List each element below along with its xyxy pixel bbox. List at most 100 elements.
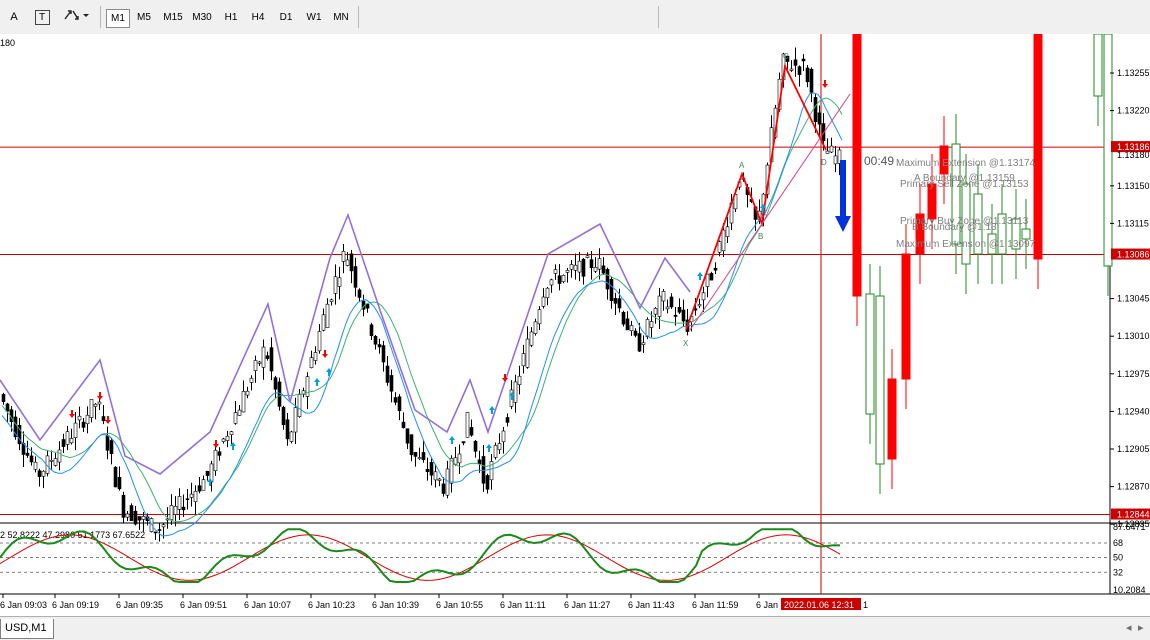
candle-body	[97, 401, 102, 405]
chart-tab[interactable]: USD,M1	[0, 619, 54, 639]
timeframe-d1-button[interactable]: D1	[275, 9, 297, 26]
timeframe-m15-button[interactable]: M15	[160, 9, 186, 26]
timeframe-h4-button[interactable]: H4	[247, 9, 269, 26]
candle-body	[129, 505, 134, 521]
text-tool-button[interactable]: A	[4, 7, 24, 27]
price-chart[interactable]: C A B D X 00:49 Maximum Extension @1.13174 A Bo…	[0, 33, 1150, 616]
candle-body	[313, 352, 318, 361]
candle-body	[533, 321, 538, 334]
candle-body	[321, 314, 326, 331]
candle-body	[353, 266, 358, 288]
pattern-point-a: A	[739, 161, 745, 170]
projected-candle	[1021, 228, 1031, 240]
chart-tab-bar: USD,M1 ◂ ▸	[0, 616, 1150, 640]
timeframe-m5-button[interactable]: M5	[132, 9, 156, 26]
time-tick-label: 6 Jan 10:39	[372, 600, 419, 610]
time-tick-label: 6 Jan 10:23	[308, 600, 355, 610]
candle-body	[485, 475, 490, 490]
candle-body	[413, 452, 418, 457]
candle-body	[393, 397, 398, 403]
candle-body	[605, 269, 610, 290]
candle-body	[33, 461, 38, 470]
time-tick-label: 6 Jan 10:07	[244, 600, 291, 610]
candle-body	[829, 145, 834, 153]
candle-body	[697, 304, 702, 307]
candle-body	[73, 422, 78, 438]
candle-body	[537, 309, 542, 325]
projected-candle	[1033, 33, 1043, 260]
candle-body	[221, 438, 226, 442]
candle-body	[633, 330, 638, 336]
chart-toolbar: A T M1 M5 M15 M30 H1 H4 D1 W1 MN	[0, 0, 1150, 35]
candle-body	[213, 449, 218, 472]
candle-body	[333, 276, 338, 294]
price-line-label-sub: 1.13180	[1117, 150, 1150, 160]
candle-body	[521, 353, 526, 367]
price-tick-label: 1.12975	[1117, 369, 1150, 379]
candle-body	[681, 309, 686, 322]
chart-canvas[interactable]: CABDX00:49 Maximum Extension @1.13174A Bo…	[0, 33, 1150, 616]
bar-countdown: 00:49	[864, 154, 894, 168]
zone-label: Maximum Extension @1.13174	[896, 158, 1036, 169]
timeframe-h1-button[interactable]: H1	[221, 9, 241, 26]
time-tick-label: 6 Jan 11:43	[628, 600, 674, 610]
candle-body	[93, 404, 98, 407]
price-tick-label: 1.13220	[1117, 106, 1150, 116]
timeframe-mn-button[interactable]: MN	[330, 9, 352, 26]
candle-body	[57, 449, 62, 463]
candle-body	[809, 68, 814, 93]
candle-body	[425, 468, 430, 472]
time-tick-label: 6 Jan 09:19	[52, 600, 99, 610]
projected-candle	[1093, 33, 1103, 97]
time-tick-label: 6 Jan 09:51	[180, 600, 227, 610]
candle-body	[253, 360, 258, 371]
candle-body	[161, 524, 166, 528]
candle-body	[705, 273, 710, 287]
toolbar-separator	[100, 6, 101, 28]
candle-body	[409, 434, 414, 456]
candle-body	[405, 428, 410, 444]
arrows-tool-button[interactable]	[62, 7, 90, 27]
candle-body	[281, 407, 286, 426]
candle-body	[257, 361, 262, 364]
projected-candle	[852, 33, 862, 297]
candle-body	[105, 435, 110, 451]
candle-body	[577, 260, 582, 273]
candle-body	[69, 438, 74, 444]
candle-body	[121, 495, 126, 518]
candle-body	[157, 529, 162, 531]
candle-body	[37, 470, 42, 477]
candle-body	[529, 331, 534, 346]
timeframe-m30-button[interactable]: M30	[189, 9, 215, 26]
price-tick-label: 1.13045	[1117, 294, 1150, 304]
candle-body	[653, 308, 658, 315]
projected-candle	[865, 293, 875, 415]
candle-body	[497, 443, 502, 450]
candle-body	[337, 277, 342, 287]
arrows-icon	[64, 10, 89, 20]
candle-body	[493, 445, 498, 458]
timeframe-m1-button[interactable]: M1	[106, 9, 130, 28]
text-label-tool-button[interactable]: T	[32, 7, 52, 27]
candle-body	[269, 347, 274, 372]
tab-scroll-right-icon[interactable]: ▸	[1138, 621, 1144, 634]
candle-body	[141, 516, 146, 520]
zone-label: Primary Sell Zone @1.13153	[900, 179, 1029, 190]
pattern-point-x: X	[683, 339, 689, 348]
time-tick-label: 6 Jan 11:59	[692, 600, 738, 610]
candle-body	[721, 229, 726, 252]
candle-body	[433, 471, 438, 481]
candle-body	[557, 275, 562, 284]
indicator-level-label: 50	[1113, 553, 1123, 563]
candle-body	[289, 431, 294, 442]
candle-body	[797, 66, 802, 75]
timeframe-w1-button[interactable]: W1	[303, 9, 325, 26]
candle-body	[265, 355, 270, 359]
candle-body	[113, 466, 118, 488]
tab-scroll-left-icon[interactable]: ◂	[1126, 621, 1132, 634]
candle-body	[1, 394, 6, 402]
candle-body	[817, 112, 822, 125]
price-tick-label: 1.13010	[1117, 331, 1150, 341]
candle-body	[677, 307, 682, 313]
candle-body	[185, 498, 190, 500]
